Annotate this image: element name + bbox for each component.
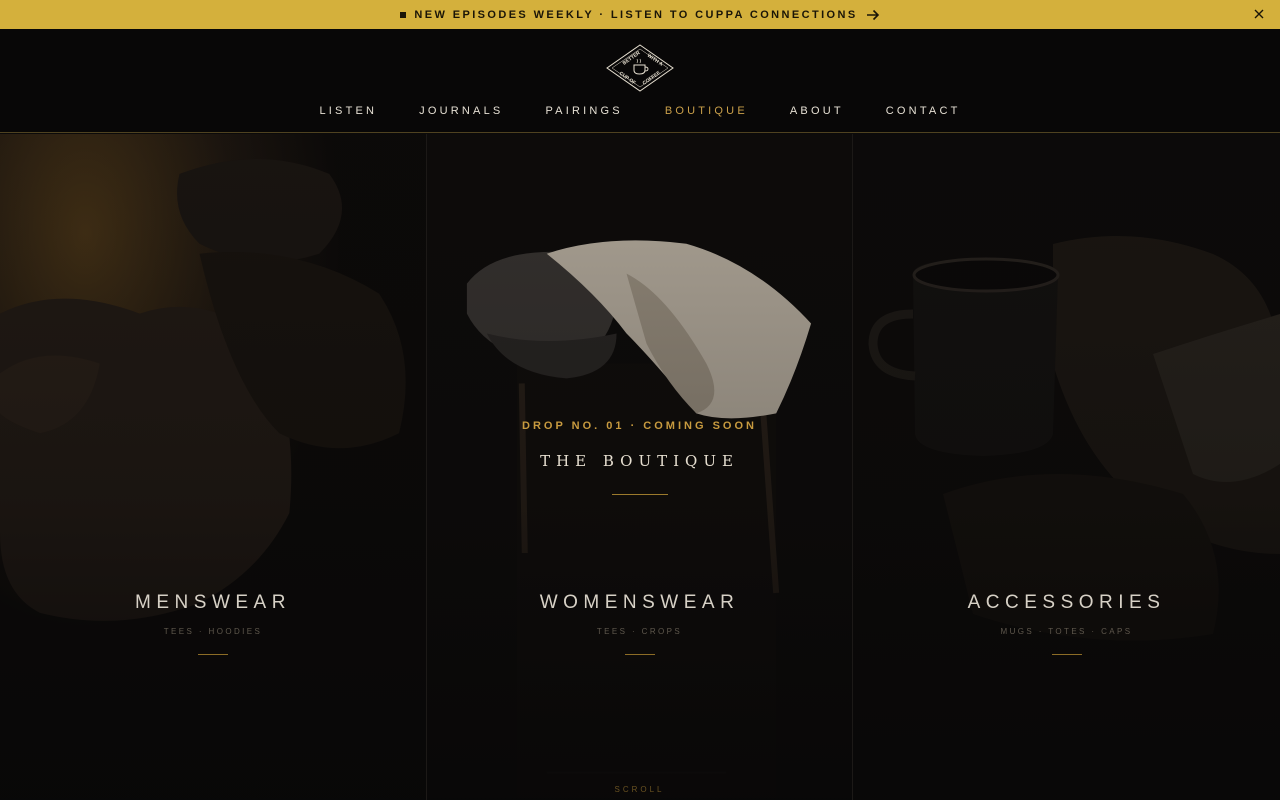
panel-divider — [1051, 654, 1082, 655]
panel-menswear[interactable]: MENSWEAR TEES · HOODIES — [0, 134, 427, 800]
panel-accessories[interactable]: ACCESSORIES MUGS · TOTES · CAPS — [853, 134, 1280, 800]
panel-subtitle: MUGS · TOTES · CAPS — [1000, 627, 1133, 636]
boutique-divider — [611, 494, 668, 495]
logo-text-better: BETTER — [622, 50, 642, 67]
boutique-title: THE BOUTIQUE — [540, 452, 739, 470]
panel-subtitle: TEES · HOODIES — [163, 627, 263, 636]
panel-subtitle: TEES · CROPS — [596, 627, 683, 636]
category-panels: MENSWEAR TEES · HOODIES DROP NO. 01 · CO… — [0, 134, 1280, 800]
square-bullet-icon — [400, 11, 407, 18]
announcement-bar: NEW EPISODES WEEKLY · LISTEN TO CUPPA CO… — [0, 0, 1280, 29]
panel-shade — [0, 134, 426, 800]
nav-item-listen[interactable]: LISTEN — [298, 105, 398, 117]
panel-title: ACCESSORIES — [967, 592, 1166, 613]
scroll-hint[interactable]: SCROLL — [427, 785, 852, 794]
nav-item-pairings[interactable]: PAIRINGS — [524, 105, 643, 117]
coffee-cup-icon — [633, 58, 649, 75]
main-nav: LISTEN JOURNALS PAIRINGS BOUTIQUE ABOUT … — [0, 105, 1280, 117]
nav-item-boutique[interactable]: BOUTIQUE — [644, 105, 769, 117]
arrow-right-icon — [866, 9, 879, 20]
nav-item-about[interactable]: ABOUT — [769, 105, 865, 117]
nav-item-contact[interactable]: CONTACT — [865, 105, 982, 117]
close-icon[interactable] — [1252, 7, 1266, 21]
drop-tag: DROP NO. 01 · COMING SOON — [522, 420, 757, 432]
logo-text-cup-of: CUP OF — [618, 71, 637, 87]
panel-womenswear[interactable]: DROP NO. 01 · COMING SOON THE BOUTIQUE W… — [427, 134, 853, 800]
announcement-text: NEW EPISODES WEEKLY · LISTEN TO CUPPA CO… — [414, 8, 858, 21]
panel-title: MENSWEAR — [135, 592, 291, 613]
panel-divider — [624, 654, 655, 655]
announcement-link[interactable]: NEW EPISODES WEEKLY · LISTEN TO CUPPA CO… — [400, 9, 879, 21]
nav-item-journals[interactable]: JOURNALS — [398, 105, 524, 117]
panel-divider — [198, 654, 228, 655]
panel-title: WOMENSWEAR — [539, 592, 740, 613]
site-header: BETTER WITH A CUP OF COFFEE LISTEN JOURN… — [0, 29, 1280, 133]
panel-shade — [853, 134, 1280, 800]
logo[interactable]: BETTER WITH A CUP OF COFFEE — [605, 43, 675, 93]
